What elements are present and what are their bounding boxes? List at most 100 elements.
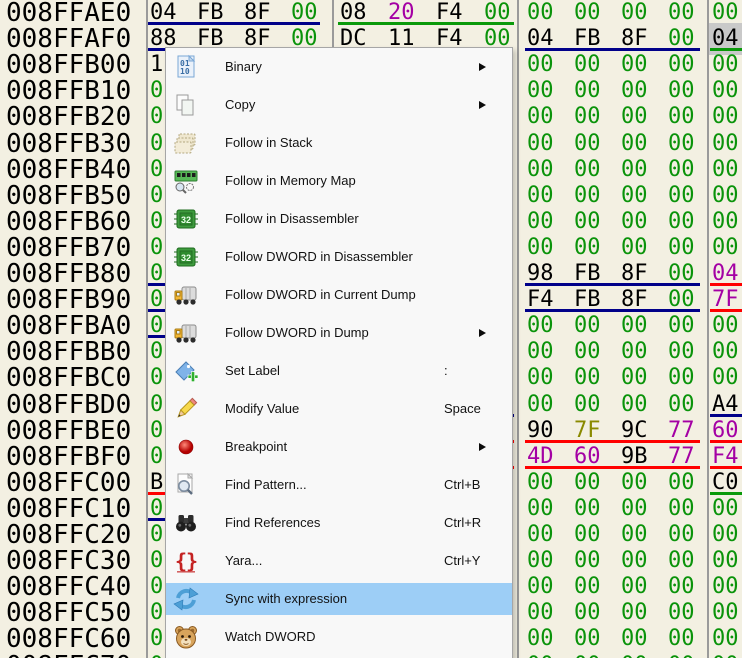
- hex-byte[interactable]: 00: [668, 392, 695, 418]
- menu-item-modify-value[interactable]: Modify Value Space: [166, 390, 512, 428]
- hex-byte[interactable]: 00: [621, 653, 648, 658]
- address-label[interactable]: 008FFB50: [6, 183, 131, 209]
- hex-byte[interactable]: 0: [150, 339, 163, 365]
- hex-byte[interactable]: 00: [621, 339, 648, 365]
- menu-item-binary[interactable]: 01 10 Binary: [166, 48, 512, 86]
- hex-byte[interactable]: 00: [668, 104, 695, 130]
- hex-byte[interactable]: 00: [621, 209, 648, 235]
- hex-byte[interactable]: 00: [527, 653, 554, 658]
- hex-byte[interactable]: 00: [621, 574, 648, 600]
- hex-byte[interactable]: 00: [668, 131, 695, 157]
- hex-byte[interactable]: 00: [668, 0, 695, 26]
- hex-byte[interactable]: 00: [574, 131, 601, 157]
- hex-byte[interactable]: 00: [668, 365, 695, 391]
- address-label[interactable]: 008FFAF0: [6, 26, 131, 52]
- menu-item-copy[interactable]: Copy: [166, 86, 512, 124]
- hex-byte[interactable]: 0: [150, 131, 163, 157]
- hex-byte[interactable]: 0: [150, 626, 163, 652]
- address-label[interactable]: 008FFBA0: [6, 313, 131, 339]
- hex-byte[interactable]: 00: [712, 104, 739, 130]
- hex-byte[interactable]: 00: [574, 653, 601, 658]
- hex-byte[interactable]: 00: [574, 157, 601, 183]
- hex-byte[interactable]: 00: [712, 78, 739, 104]
- hex-byte[interactable]: 0: [150, 365, 163, 391]
- hex-byte[interactable]: 00: [712, 600, 739, 626]
- hex-byte[interactable]: 00: [527, 183, 554, 209]
- hex-byte[interactable]: 00: [621, 365, 648, 391]
- menu-item-set-label[interactable]: Set Label:: [166, 352, 512, 390]
- hex-byte[interactable]: 00: [668, 78, 695, 104]
- hex-byte[interactable]: 0: [150, 235, 163, 261]
- hex-byte[interactable]: 00: [668, 313, 695, 339]
- hex-byte[interactable]: 00: [574, 0, 601, 26]
- hex-byte[interactable]: 00: [621, 183, 648, 209]
- hex-byte[interactable]: 00: [527, 548, 554, 574]
- hex-byte[interactable]: 00: [621, 0, 648, 26]
- hex-byte[interactable]: 00: [574, 209, 601, 235]
- hex-byte[interactable]: 00: [621, 392, 648, 418]
- hex-byte[interactable]: 00: [712, 52, 739, 78]
- address-label[interactable]: 008FFAE0: [6, 0, 131, 26]
- hex-byte[interactable]: 00: [712, 522, 739, 548]
- hex-byte[interactable]: 00: [621, 600, 648, 626]
- hex-byte[interactable]: 00: [621, 496, 648, 522]
- hex-byte[interactable]: 00: [574, 78, 601, 104]
- address-label[interactable]: 008FFB00: [6, 52, 131, 78]
- address-label[interactable]: 008FFB10: [6, 78, 131, 104]
- address-label[interactable]: 008FFB80: [6, 261, 131, 287]
- hex-byte[interactable]: 00: [668, 183, 695, 209]
- hex-byte[interactable]: 0: [150, 392, 163, 418]
- menu-item-follow-dword-in-dump[interactable]: Follow DWORD in Dump: [166, 314, 512, 352]
- address-label[interactable]: 008FFBB0: [6, 339, 131, 365]
- hex-byte[interactable]: 00: [574, 522, 601, 548]
- hex-byte[interactable]: 0: [150, 104, 163, 130]
- hex-byte[interactable]: 0: [150, 418, 163, 444]
- hex-byte[interactable]: 00: [527, 600, 554, 626]
- hex-byte[interactable]: 00: [527, 365, 554, 391]
- hex-byte[interactable]: 00: [712, 131, 739, 157]
- hex-byte[interactable]: 00: [668, 522, 695, 548]
- hex-byte[interactable]: 00: [527, 104, 554, 130]
- hex-byte[interactable]: 00: [527, 522, 554, 548]
- hex-byte[interactable]: 0: [150, 653, 163, 658]
- hex-byte[interactable]: 00: [712, 157, 739, 183]
- address-label[interactable]: 008FFBD0: [6, 392, 131, 418]
- hex-byte[interactable]: 00: [668, 52, 695, 78]
- hex-byte[interactable]: 00: [712, 339, 739, 365]
- address-label[interactable]: 008FFC10: [6, 496, 131, 522]
- hex-byte[interactable]: 0: [150, 600, 163, 626]
- hex-byte[interactable]: 00: [712, 183, 739, 209]
- hex-byte[interactable]: 00: [621, 522, 648, 548]
- menu-item-follow-dword-in-current-dump[interactable]: Follow DWORD in Current Dump: [166, 276, 512, 314]
- hex-byte[interactable]: 00: [668, 653, 695, 658]
- hex-byte[interactable]: 00: [621, 470, 648, 496]
- hex-byte[interactable]: 00: [574, 392, 601, 418]
- hex-byte[interactable]: 00: [712, 235, 739, 261]
- hex-byte[interactable]: 00: [621, 548, 648, 574]
- hex-byte[interactable]: 0: [150, 78, 163, 104]
- hex-byte[interactable]: 00: [574, 470, 601, 496]
- address-label[interactable]: 008FFB90: [6, 287, 131, 313]
- address-label[interactable]: 008FFC20: [6, 522, 131, 548]
- hex-byte[interactable]: 00: [668, 157, 695, 183]
- hex-byte[interactable]: 00: [668, 496, 695, 522]
- hex-byte[interactable]: 00: [621, 104, 648, 130]
- menu-item-watch-dword[interactable]: Watch DWORD: [166, 618, 512, 656]
- hex-byte[interactable]: 00: [574, 339, 601, 365]
- hex-byte[interactable]: 00: [621, 626, 648, 652]
- hex-byte[interactable]: 00: [574, 104, 601, 130]
- hex-byte[interactable]: 0: [150, 548, 163, 574]
- menu-item-follow-in-memory-map[interactable]: Follow in Memory Map: [166, 162, 512, 200]
- menu-item-sync-with-expression[interactable]: Sync with expression: [166, 580, 512, 618]
- hex-byte[interactable]: 0: [150, 157, 163, 183]
- address-label[interactable]: 008FFBF0: [6, 444, 131, 470]
- hex-byte[interactable]: 00: [621, 157, 648, 183]
- hex-byte[interactable]: 00: [621, 313, 648, 339]
- hex-byte[interactable]: 00: [668, 600, 695, 626]
- address-label[interactable]: 008FFBC0: [6, 365, 131, 391]
- hex-byte[interactable]: 00: [527, 496, 554, 522]
- hex-byte[interactable]: 00: [574, 183, 601, 209]
- hex-byte[interactable]: 0: [150, 209, 163, 235]
- hex-byte[interactable]: 00: [527, 313, 554, 339]
- address-label[interactable]: 008FFC40: [6, 574, 131, 600]
